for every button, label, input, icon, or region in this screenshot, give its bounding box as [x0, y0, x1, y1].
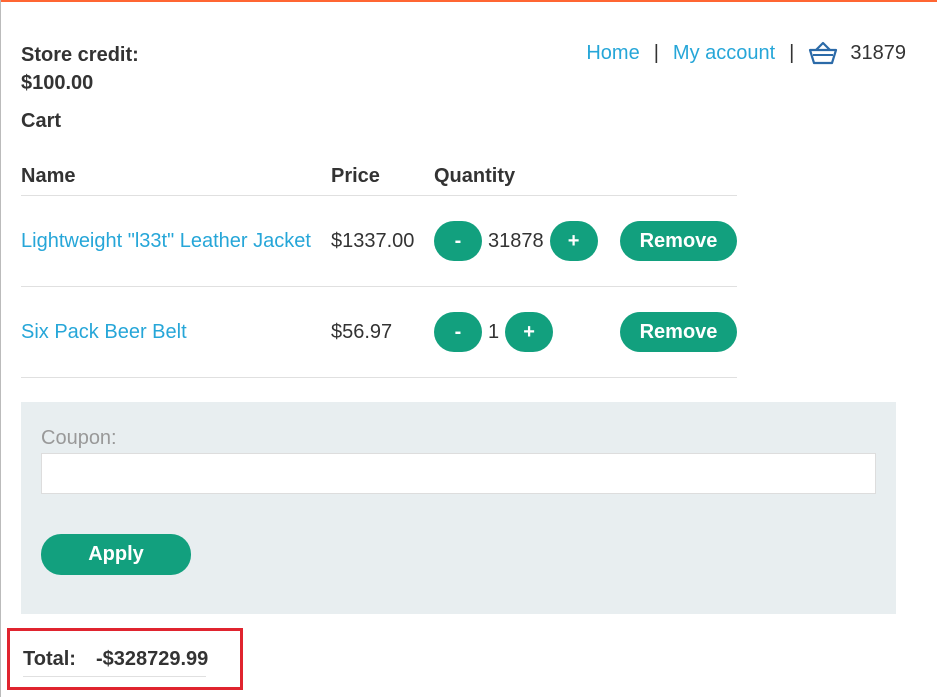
quantity-value: 1 — [488, 320, 500, 343]
product-price: $56.97 — [331, 320, 393, 343]
total-highlight-box: Total: -$328729.99 — [7, 628, 243, 690]
remove-button[interactable]: Remove — [620, 221, 737, 261]
remove-button[interactable]: Remove — [620, 312, 737, 352]
product-link[interactable]: Lightweight "l33t" Leather Jacket — [21, 230, 311, 252]
store-credit-label: Store credit: — [21, 44, 139, 66]
column-header-quantity: Quantity — [434, 165, 516, 187]
increase-quantity-button[interactable]: + — [549, 221, 598, 261]
increase-quantity-button[interactable]: + — [505, 312, 554, 352]
decrease-quantity-button[interactable]: - — [434, 312, 482, 352]
nav-separator: | — [789, 41, 795, 64]
total-amount: -$328729.99 — [95, 648, 209, 670]
top-accent-bar — [0, 0, 937, 2]
coupon-input[interactable] — [41, 453, 876, 494]
left-border — [0, 0, 1, 697]
total-label: Total: — [23, 648, 76, 670]
cart-count: 31879 — [850, 41, 906, 64]
quantity-value: 31878 — [488, 229, 544, 252]
table-row: Lightweight "l33t" Leather Jacket $1337.… — [21, 196, 737, 287]
divider — [23, 676, 206, 677]
cart-table: Name Price Quantity Lightweight "l33t" L… — [21, 158, 737, 378]
nav-separator: | — [653, 41, 659, 64]
quantity-stepper: - 31878 + — [434, 221, 619, 261]
table-header: Name Price Quantity — [21, 158, 737, 196]
store-credit: Store credit: $100.00 — [21, 41, 139, 97]
table-row: Six Pack Beer Belt $56.97 - 1 + Remove — [21, 287, 737, 378]
nav-home-link[interactable]: Home — [586, 42, 639, 65]
product-price: $1337.00 — [331, 229, 415, 252]
store-credit-value: $100.00 — [21, 72, 94, 94]
coupon-form: Coupon: Apply — [21, 402, 896, 614]
cart-heading: Cart — [21, 110, 62, 132]
basket-icon[interactable] — [808, 38, 838, 68]
coupon-label: Coupon: — [41, 427, 117, 449]
column-header-price: Price — [331, 165, 380, 187]
nav-my-account-link[interactable]: My account — [673, 42, 775, 65]
product-link[interactable]: Six Pack Beer Belt — [21, 321, 187, 343]
apply-coupon-button[interactable]: Apply — [41, 534, 191, 575]
quantity-stepper: - 1 + — [434, 312, 619, 352]
decrease-quantity-button[interactable]: - — [434, 221, 482, 261]
order-total: Total: -$328729.99 — [23, 648, 208, 671]
column-header-name: Name — [21, 165, 76, 187]
top-nav: Home | My account | 31879 — [586, 38, 906, 68]
